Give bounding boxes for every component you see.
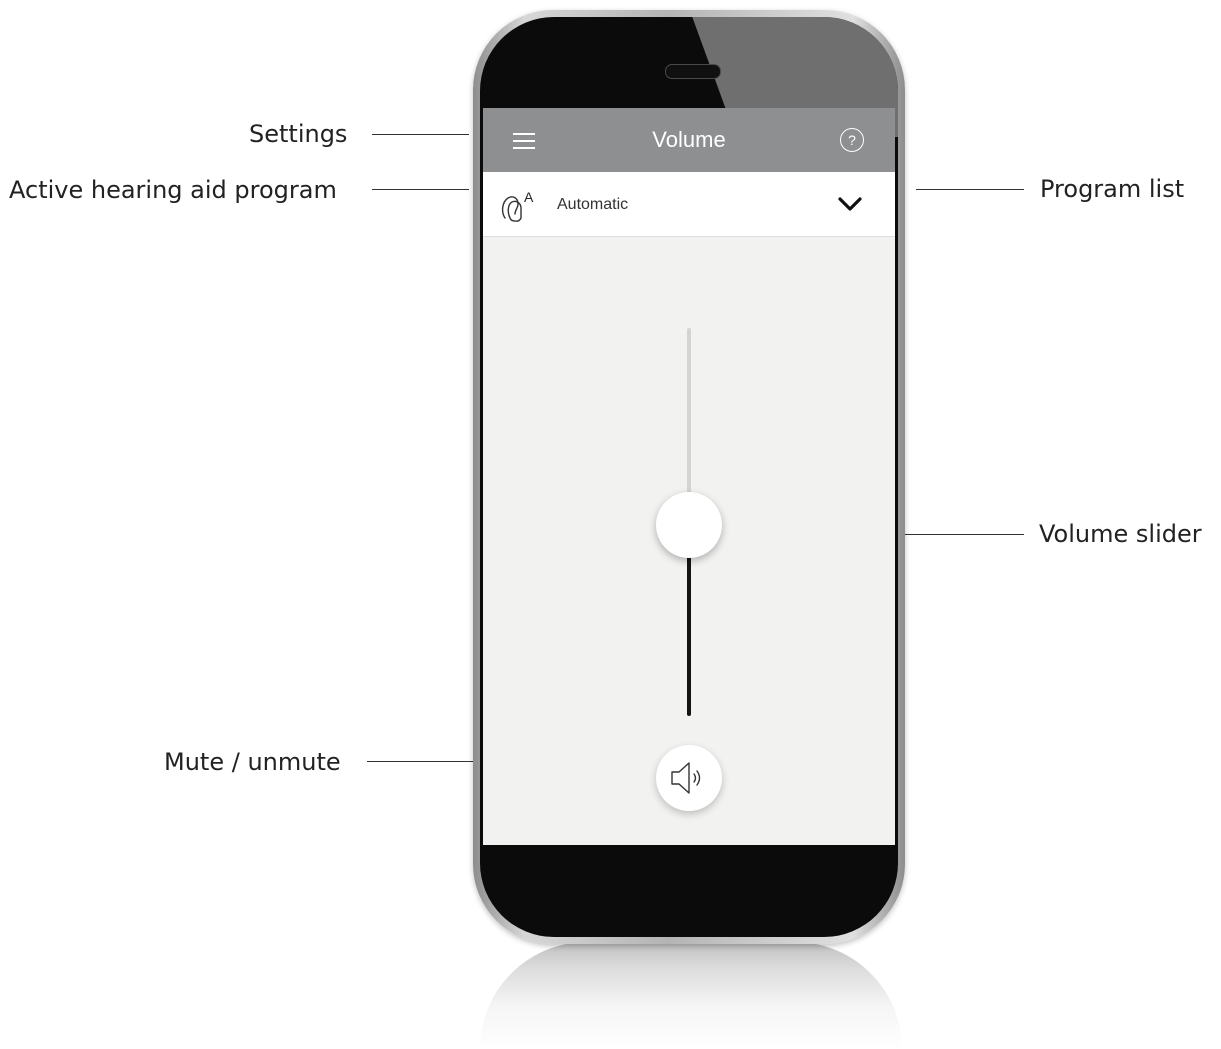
annotated-phone-figure: Settings Active hearing aid program Prog… xyxy=(0,0,1221,1049)
callout-active-program-label: Active hearing aid program xyxy=(9,176,337,204)
mute-button[interactable] xyxy=(656,745,722,811)
hearing-aid-icon: A xyxy=(501,189,534,222)
volume-track-inactive xyxy=(687,328,691,518)
volume-slider[interactable] xyxy=(653,326,725,718)
page-title: Volume xyxy=(652,127,726,152)
volume-slider-handle[interactable] xyxy=(656,492,722,558)
question-circle-icon[interactable]: ? xyxy=(840,128,864,152)
app-header: Volume ? xyxy=(483,108,895,172)
app-screen: Volume ? A Automatic xyxy=(483,108,895,845)
program-selector[interactable]: A Automatic xyxy=(483,172,895,237)
program-name: Automatic xyxy=(557,196,629,213)
callout-program-list-line xyxy=(916,189,1024,190)
callout-program-list-label: Program list xyxy=(1040,175,1185,203)
callout-volume-slider-label: Volume slider xyxy=(1039,520,1202,548)
earpiece-slot xyxy=(665,64,721,79)
phone-reflection xyxy=(480,942,902,1049)
callout-mute-label: Mute / unmute xyxy=(164,748,341,776)
callout-settings-label: Settings xyxy=(249,120,348,148)
program-badge: A xyxy=(524,189,534,205)
callout-settings-line xyxy=(372,134,469,135)
callout-active-program-line xyxy=(372,189,469,190)
chevron-down-icon[interactable] xyxy=(837,196,863,212)
speaker-icon xyxy=(671,762,701,794)
